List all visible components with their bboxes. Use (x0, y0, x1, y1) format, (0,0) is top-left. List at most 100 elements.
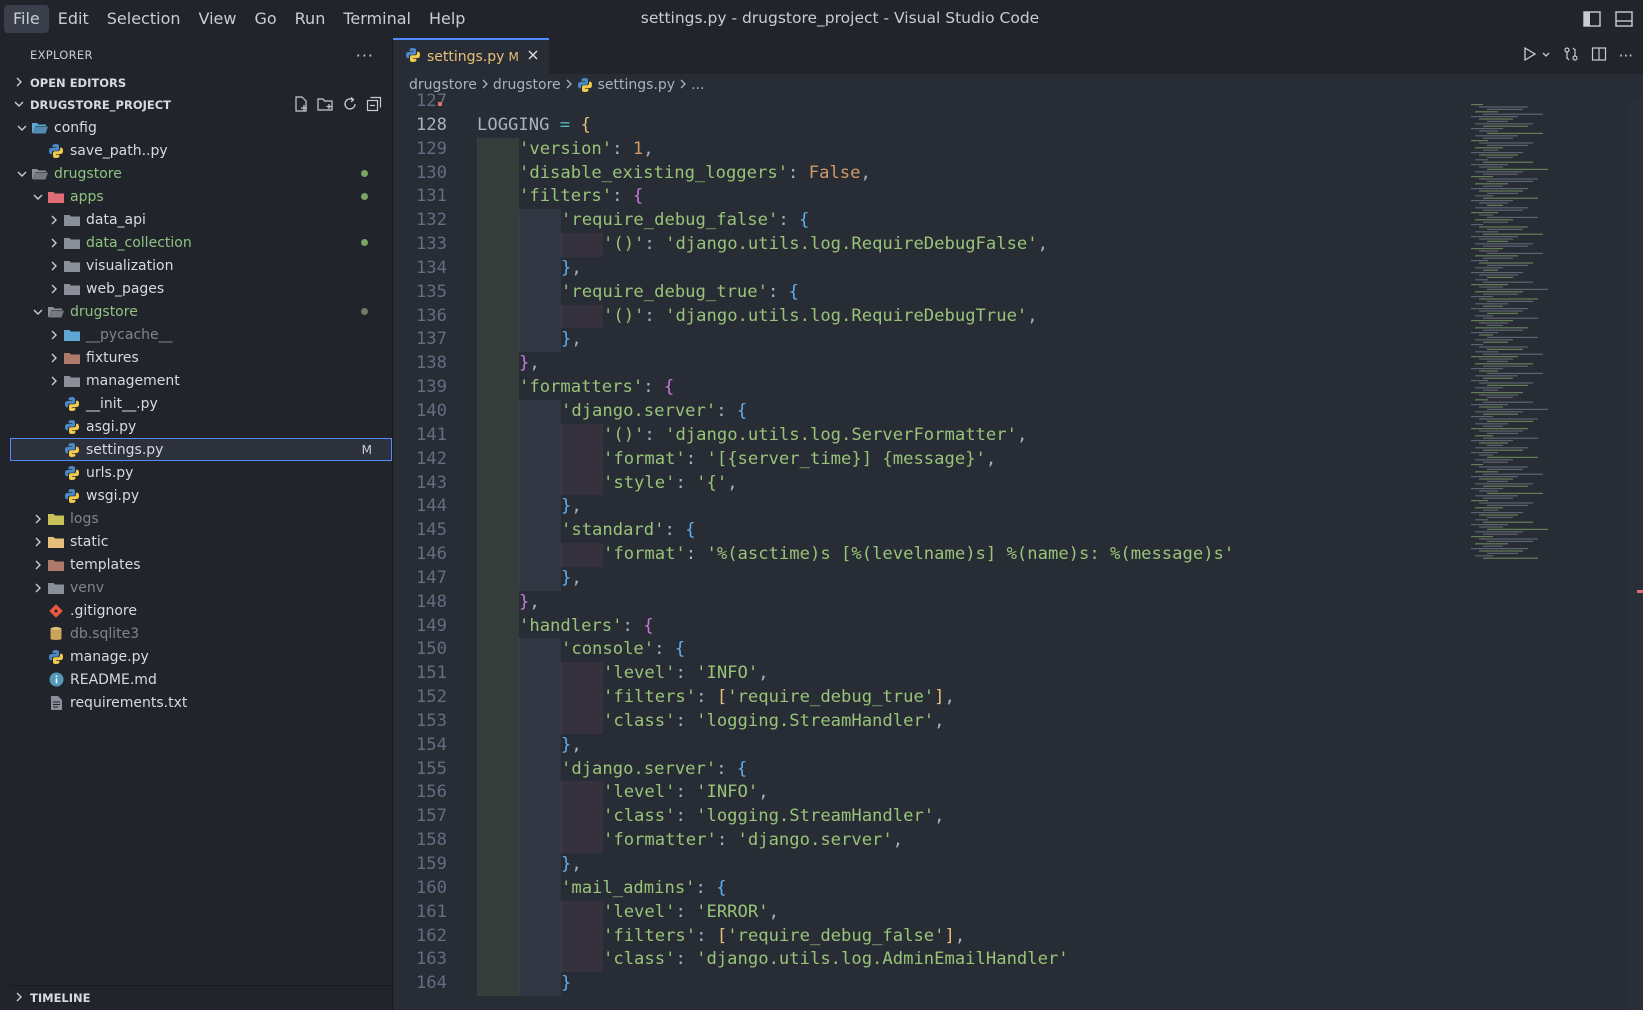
code-line: 139 'formatters': { (393, 376, 1528, 400)
compare-changes-icon[interactable] (1563, 46, 1579, 66)
tree-item-label: fixtures (86, 349, 139, 366)
tree-folder-item[interactable]: config (10, 116, 392, 139)
tree-folder-item[interactable]: logs (10, 507, 392, 530)
new-folder-icon[interactable] (317, 96, 334, 115)
minimap-line (1483, 413, 1518, 415)
line-number: 130 (415, 162, 447, 183)
new-file-icon[interactable] (293, 95, 309, 115)
tree-folder-item[interactable]: data_collection (10, 231, 392, 254)
tree-file-item[interactable]: manage.py (10, 645, 392, 668)
folder-icon (62, 373, 82, 389)
more-actions-icon[interactable]: ··· (356, 46, 374, 65)
tree-file-item[interactable]: .gitignore (10, 599, 392, 622)
menu-item-edit[interactable]: Edit (49, 5, 98, 33)
tree-folder-item[interactable]: apps (10, 185, 392, 208)
minimap-line (1471, 404, 1508, 406)
tree-folder-item[interactable]: data_api (10, 208, 392, 231)
indent-guide (477, 590, 519, 615)
split-editor-icon[interactable] (1591, 46, 1607, 66)
tree-file-item[interactable]: urls.py (10, 461, 392, 484)
close-icon[interactable] (527, 49, 539, 65)
indent-guide (519, 209, 561, 234)
minimap[interactable] (1463, 100, 1573, 570)
tree-folder-item[interactable]: __pycache__ (10, 323, 392, 346)
tree-file-item[interactable]: requirements.txt (10, 691, 392, 714)
menu-item-selection[interactable]: Selection (98, 5, 190, 33)
minimap-line (1475, 183, 1508, 185)
tree-item-label: apps (70, 188, 104, 205)
minimap-line (1471, 428, 1528, 430)
folder-icon (62, 258, 82, 274)
open-editors-section[interactable]: OPEN EDITORS (10, 72, 392, 94)
code-token: 'format' (603, 544, 686, 565)
tree-folder-item[interactable]: drugstore (10, 300, 392, 323)
code-token: 'formatter' (603, 830, 717, 851)
menu-item-help[interactable]: Help (420, 5, 474, 33)
minimap-line (1487, 204, 1503, 206)
code-line: 162 'filters': ['require_debug_false'], (393, 924, 1528, 949)
indent-guide (477, 233, 519, 257)
minimap-line (1487, 216, 1538, 218)
tree-file-item[interactable]: __init__.py (10, 392, 392, 415)
tree-folder-item[interactable]: fixtures (10, 346, 392, 369)
minimap-line (1471, 392, 1523, 394)
tree-folder-item[interactable]: visualization (10, 254, 392, 277)
run-icon[interactable] (1523, 46, 1537, 66)
code-text: 'level': 'INFO', (463, 662, 769, 687)
menu-item-run[interactable]: Run (286, 5, 335, 33)
tree-folder-item[interactable]: management (10, 369, 392, 392)
toggle-sidebar-icon[interactable] (1581, 8, 1603, 30)
line-number: 128 (415, 114, 447, 135)
code-token: , (1037, 234, 1048, 255)
chevron-down-icon (30, 307, 46, 317)
tab-settings-py[interactable]: settings.py M (393, 38, 549, 74)
vertical-scrollbar[interactable] (1629, 100, 1643, 1010)
open-editors-label: OPEN EDITORS (30, 76, 127, 90)
code-token: { (643, 615, 654, 636)
menu-item-file[interactable]: File (4, 5, 49, 33)
minimap-line (1479, 262, 1533, 264)
toggle-panel-icon[interactable] (1613, 8, 1635, 30)
chevron-right-icon (46, 376, 62, 386)
code-token: : (716, 830, 738, 851)
code-token: : (675, 472, 697, 493)
tree-file-item[interactable]: save_path..py (10, 139, 392, 162)
minimap-line (1487, 408, 1548, 410)
code-token: 'django.utils.log.RequireDebugFalse' (665, 234, 1038, 255)
code-token: 'django.server' (561, 400, 717, 421)
collapse-all-icon[interactable] (366, 96, 382, 115)
minimap-line (1475, 459, 1513, 461)
indent-guide (561, 233, 603, 257)
minimap-line (1483, 149, 1498, 151)
tree-file-item[interactable]: asgi.py (10, 415, 392, 438)
code-text: 'filters': { (463, 185, 643, 210)
line-number: 147 (415, 567, 447, 588)
tree-item-label: data_api (86, 211, 146, 228)
chevron-down-icon[interactable] (1541, 48, 1551, 64)
menu-item-go[interactable]: Go (245, 5, 285, 33)
tree-file-item[interactable]: wsgi.py (10, 484, 392, 507)
window-title: settings.py - drugstore_project - Visual… (640, 9, 1040, 27)
code-line: 138}, (393, 352, 1528, 377)
tree-item-label: settings.py (86, 441, 164, 458)
menu-item-terminal[interactable]: Terminal (334, 5, 420, 33)
tree-file-item[interactable]: settings.py M (10, 438, 392, 461)
minimap-line (1475, 387, 1503, 389)
tree-folder-item[interactable]: static (10, 530, 392, 553)
minimap-line (1471, 476, 1518, 478)
timeline-section[interactable]: TIMELINE (10, 985, 392, 1010)
more-actions-icon[interactable]: ··· (1619, 47, 1633, 65)
indent-guide (561, 447, 603, 472)
tree-file-item[interactable]: db.sqlite3 (10, 622, 392, 645)
menu-item-view[interactable]: View (190, 5, 246, 33)
project-section[interactable]: DRUGSTORE_PROJECT (10, 94, 392, 116)
tree-folder-item[interactable]: web_pages (10, 277, 392, 300)
tree-folder-item[interactable]: drugstore (10, 162, 392, 185)
refresh-icon[interactable] (342, 96, 358, 115)
tree-folder-item[interactable]: venv (10, 576, 392, 599)
timeline-header[interactable]: TIMELINE (10, 986, 392, 1010)
code-editor[interactable]: 127 128 LOGGING = {129'version': 1, 130'dis… (393, 90, 1528, 1000)
code-token: , (860, 162, 871, 183)
tree-file-item[interactable]: README.md (10, 668, 392, 691)
tree-folder-item[interactable]: templates (10, 553, 392, 576)
